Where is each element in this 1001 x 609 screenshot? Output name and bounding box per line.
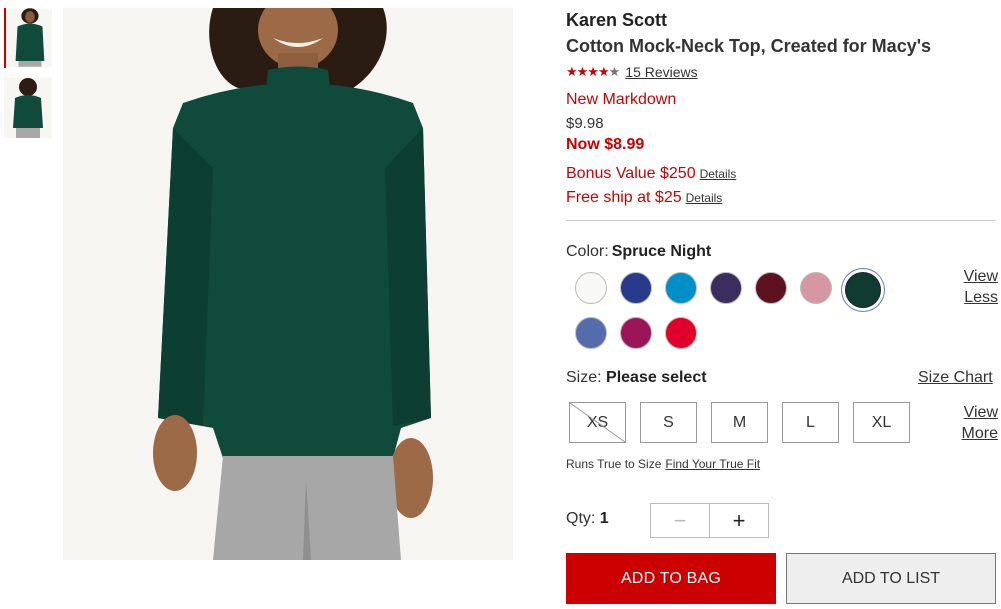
size-option-m[interactable]: M	[711, 402, 768, 443]
thumbnail-back-image	[4, 78, 52, 138]
swatch-red[interactable]	[665, 317, 697, 349]
qty-label: Qty:	[566, 510, 596, 527]
qty-decrement-button[interactable]: −	[651, 504, 710, 537]
size-option-label: XL	[871, 413, 892, 431]
product-main-image[interactable]	[63, 8, 513, 560]
swatch-magenta[interactable]	[620, 317, 652, 349]
free-ship-details-link[interactable]: Details	[686, 191, 723, 205]
rating-row: ★★★★★ 15 Reviews	[566, 64, 998, 80]
quantity-stepper: − +	[650, 503, 769, 538]
swatch-spruce-night[interactable]	[845, 272, 881, 308]
size-option-xl[interactable]: XL	[853, 402, 910, 443]
sale-price: Now $8.99	[566, 136, 645, 153]
size-option-label: S	[663, 413, 674, 431]
swatch-purple[interactable]	[710, 272, 742, 304]
thumbnail-front[interactable]	[4, 8, 52, 68]
original-price: $9.98	[566, 115, 604, 132]
thumbnail-strip	[4, 8, 56, 148]
markdown-label: New Markdown	[566, 91, 677, 108]
view-more-line1: View	[963, 404, 998, 421]
qty-label-row: Qty: 1	[566, 510, 609, 528]
thumbnail-front-image	[6, 8, 52, 67]
size-label: Size:	[566, 369, 602, 386]
color-label-row: Color: Spruce Night	[566, 243, 998, 261]
thumbnail-back[interactable]	[4, 78, 52, 138]
unavailable-slash-icon	[570, 403, 625, 442]
view-less-line1: View	[963, 268, 998, 285]
size-option-xs[interactable]: XS	[569, 402, 626, 443]
qty-increment-button[interactable]: +	[710, 504, 768, 537]
bonus-offer: Bonus Value $250 Details	[566, 162, 998, 186]
size-selection-prompt: Please select	[606, 369, 707, 386]
size-option-label: M	[732, 413, 747, 431]
free-ship-offer: Free ship at $25 Details	[566, 186, 998, 210]
size-option-l[interactable]: L	[782, 402, 839, 443]
add-to-list-button[interactable]: ADD TO LIST	[786, 553, 996, 604]
swatch-burgundy[interactable]	[755, 272, 787, 304]
reviews-link[interactable]: 15 Reviews	[625, 64, 697, 80]
view-more-line2: More	[961, 425, 998, 442]
true-fit-link[interactable]: Find Your True Fit	[665, 457, 760, 471]
size-option-label: L	[806, 413, 815, 431]
selected-color: Spruce Night	[611, 243, 712, 260]
fit-text: Runs True to Size	[566, 457, 662, 471]
view-less-line2: Less	[964, 289, 998, 306]
swatch-turquoise[interactable]	[665, 272, 697, 304]
fit-info: Runs True to Size Find Your True Fit	[566, 457, 760, 471]
swatch-white[interactable]	[575, 272, 607, 304]
swatch-denim[interactable]	[575, 317, 607, 349]
qty-value: 1	[599, 510, 609, 527]
swatch-navy[interactable]	[620, 272, 652, 304]
product-name: Cotton Mock-Neck Top, Created for Macy's	[566, 36, 932, 56]
divider	[566, 220, 996, 221]
view-more-sizes-link[interactable]: View More	[960, 402, 998, 444]
size-label-row: Size: Please select	[566, 369, 707, 387]
size-option-s[interactable]: S	[640, 402, 697, 443]
rating-stars: ★★★★★	[566, 64, 620, 79]
product-photo	[63, 8, 513, 560]
free-ship-text: Free ship at $25	[566, 189, 682, 206]
bonus-details-link[interactable]: Details	[700, 167, 737, 181]
brand-name[interactable]: Karen Scott	[566, 8, 998, 32]
size-chart-link[interactable]: Size Chart	[918, 369, 993, 387]
bonus-text: Bonus Value $250	[566, 165, 696, 182]
add-to-bag-button[interactable]: ADD TO BAG	[566, 553, 776, 604]
view-less-colors-link[interactable]: View Less	[960, 266, 998, 308]
swatch-pink[interactable]	[800, 272, 832, 304]
product-details: Karen Scott Cotton Mock-Neck Top, Create…	[566, 8, 998, 604]
color-label: Color:	[566, 243, 609, 260]
